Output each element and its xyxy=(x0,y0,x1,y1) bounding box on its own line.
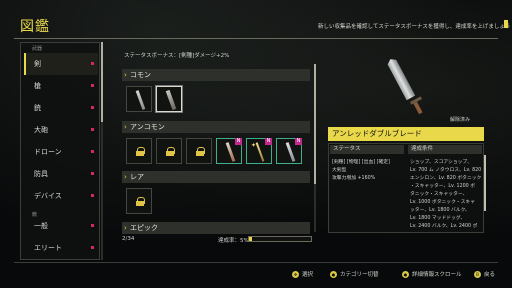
sidebar-item-spear[interactable]: 槍 xyxy=(24,75,98,97)
item-slot-locked[interactable] xyxy=(126,188,152,214)
sidebar-item-label: 剣 xyxy=(34,60,41,68)
weapon-preview-image xyxy=(380,52,440,118)
right-stick-icon: ● xyxy=(402,271,409,278)
hint-text: 新しい収集品を確認してステータスボーナスを獲得し、達成率を上げましょう xyxy=(318,24,511,30)
item-slot-new[interactable]: ✦ N xyxy=(246,138,272,164)
item-slot-locked[interactable] xyxy=(126,138,152,164)
new-dot-icon xyxy=(91,106,94,109)
sword-grip-icon xyxy=(413,101,423,115)
condition-line: ッター、Lv. 1800 バルク、 xyxy=(410,208,470,213)
category-header-common[interactable]: コモン xyxy=(122,69,310,81)
item-name-banner: アンレッドダブルブレード xyxy=(328,127,484,141)
condition-line: Lv. 1800 マッドドッグ、 xyxy=(410,216,466,221)
sidebar-scrollbar-thumb[interactable] xyxy=(101,42,103,122)
page-title: 図鑑 xyxy=(20,19,50,35)
completion-rate-label: 達成率：5% xyxy=(218,238,249,244)
lock-icon xyxy=(136,197,145,206)
sword-icon xyxy=(165,89,177,111)
status-header: ステータス xyxy=(330,145,404,154)
detail-scroll-button[interactable]: ● 詳細情報スクロール xyxy=(402,270,462,278)
sidebar-item-label: 銃 xyxy=(34,104,41,112)
sidebar-item-gun[interactable]: 銃 xyxy=(24,97,98,119)
lock-icon xyxy=(196,147,205,156)
sidebar-item-armor[interactable]: 防具 xyxy=(24,163,98,185)
category-sidebar: 武器 剣 槍 銃 大砲 ドローン 防具 デバイス 敵 一般 エリート xyxy=(20,42,100,260)
sidebar-item-label: ドローン xyxy=(34,148,62,156)
sword-icon xyxy=(255,142,265,162)
sidebar-item-label: エリート xyxy=(34,244,62,252)
status-bonus-text: ステータスボーナス：[剣種]ダメージ+2% xyxy=(124,53,230,59)
sidebar-item-label: 一般 xyxy=(34,222,48,230)
item-slot-new[interactable]: N xyxy=(216,138,242,164)
select-button[interactable]: ✥ 選択 xyxy=(292,270,313,278)
item-slot-locked[interactable] xyxy=(186,138,212,164)
detail-scrollbar[interactable] xyxy=(484,155,486,211)
new-dot-icon xyxy=(91,150,94,153)
condition-header: 達成条件 xyxy=(408,145,482,154)
sidebar-item-sword[interactable]: 剣 xyxy=(24,53,98,75)
sidebar-item-elite[interactable]: エリート xyxy=(24,237,98,259)
condition-line: Lv. 2400 バルク、Lv. 2400 ポ xyxy=(410,224,478,229)
new-badge-icon: N xyxy=(265,138,272,145)
new-dot-icon xyxy=(91,194,94,197)
sword-icon xyxy=(285,142,296,162)
release-status: 解除済み xyxy=(450,117,471,123)
hint-marker-icon xyxy=(504,20,508,28)
sword-icon xyxy=(135,90,146,110)
back-label: 戻る xyxy=(484,272,496,278)
category-header-epic[interactable]: エピック xyxy=(122,222,310,234)
item-slot-selected[interactable] xyxy=(155,85,183,113)
sidebar-item-drone[interactable]: ドローン xyxy=(24,141,98,163)
condition-line: エンシロン、Lv. 820 ボタニック xyxy=(410,176,482,181)
collection-count: 2/34 xyxy=(122,236,135,242)
back-button[interactable]: B 戻る xyxy=(474,270,495,278)
status-line: 攻撃力増加 +160% xyxy=(332,176,376,181)
new-dot-icon xyxy=(91,172,94,175)
item-slot-locked[interactable] xyxy=(156,138,182,164)
footer-divider xyxy=(14,262,498,263)
condition-line: Lv. 1000 ボタニック・スキャ xyxy=(410,200,475,205)
sword-icon xyxy=(225,142,236,162)
new-dot-icon xyxy=(91,128,94,131)
new-dot-icon xyxy=(91,62,94,65)
sidebar-item-label: 槍 xyxy=(34,82,41,90)
condition-line: ・スキャッター、Lv. 1200 ボ xyxy=(410,184,476,189)
new-dot-icon xyxy=(91,84,94,87)
new-dot-icon xyxy=(91,246,94,249)
sidebar-item-label: 防具 xyxy=(34,170,48,178)
condition-line: Lv. 700 ム ノタウロス、Lv. 820 xyxy=(410,168,482,173)
category-header-rare[interactable]: レア xyxy=(122,171,310,183)
completion-rate-bar xyxy=(248,236,312,242)
new-badge-icon: N xyxy=(295,138,302,145)
completion-rate-fill xyxy=(249,237,253,241)
category-switch-button[interactable]: ● カテゴリー切替 xyxy=(330,270,379,278)
list-scrollbar-thumb[interactable] xyxy=(314,64,316,184)
sidebar-item-cannon[interactable]: 大砲 xyxy=(24,119,98,141)
sidebar-item-label: 大砲 xyxy=(34,126,48,134)
stick-icon: ● xyxy=(330,271,337,278)
category-switch-label: カテゴリー切替 xyxy=(340,272,379,278)
category-header-uncommon[interactable]: アンコモン xyxy=(122,121,310,133)
sidebar-item-device[interactable]: デバイス xyxy=(24,185,98,207)
sidebar-item-general[interactable]: 一般 xyxy=(24,215,98,237)
item-slot-new[interactable]: N xyxy=(276,138,302,164)
sidebar-item-label: デバイス xyxy=(34,192,62,200)
status-line: 大剣型 xyxy=(332,168,347,173)
condition-line: タニック・スキャッター、 xyxy=(410,192,468,197)
lock-icon xyxy=(166,147,175,156)
sword-blade-icon xyxy=(386,57,415,101)
select-label: 選択 xyxy=(302,272,314,278)
sidebar-header-weapon: 武器 xyxy=(32,46,43,52)
condition-line: ショップ、スコアショップ、 xyxy=(410,160,472,165)
header-divider xyxy=(14,38,498,39)
status-line: [剣種] [物理] [出血] [確定] xyxy=(332,160,390,165)
new-dot-icon xyxy=(91,224,94,227)
new-badge-icon: N xyxy=(235,138,242,145)
item-slot[interactable] xyxy=(126,86,152,112)
detail-scroll-label: 詳細情報スクロール xyxy=(412,272,462,278)
b-button-icon: B xyxy=(474,271,481,278)
lock-icon xyxy=(136,147,145,156)
dpad-icon: ✥ xyxy=(292,271,299,278)
